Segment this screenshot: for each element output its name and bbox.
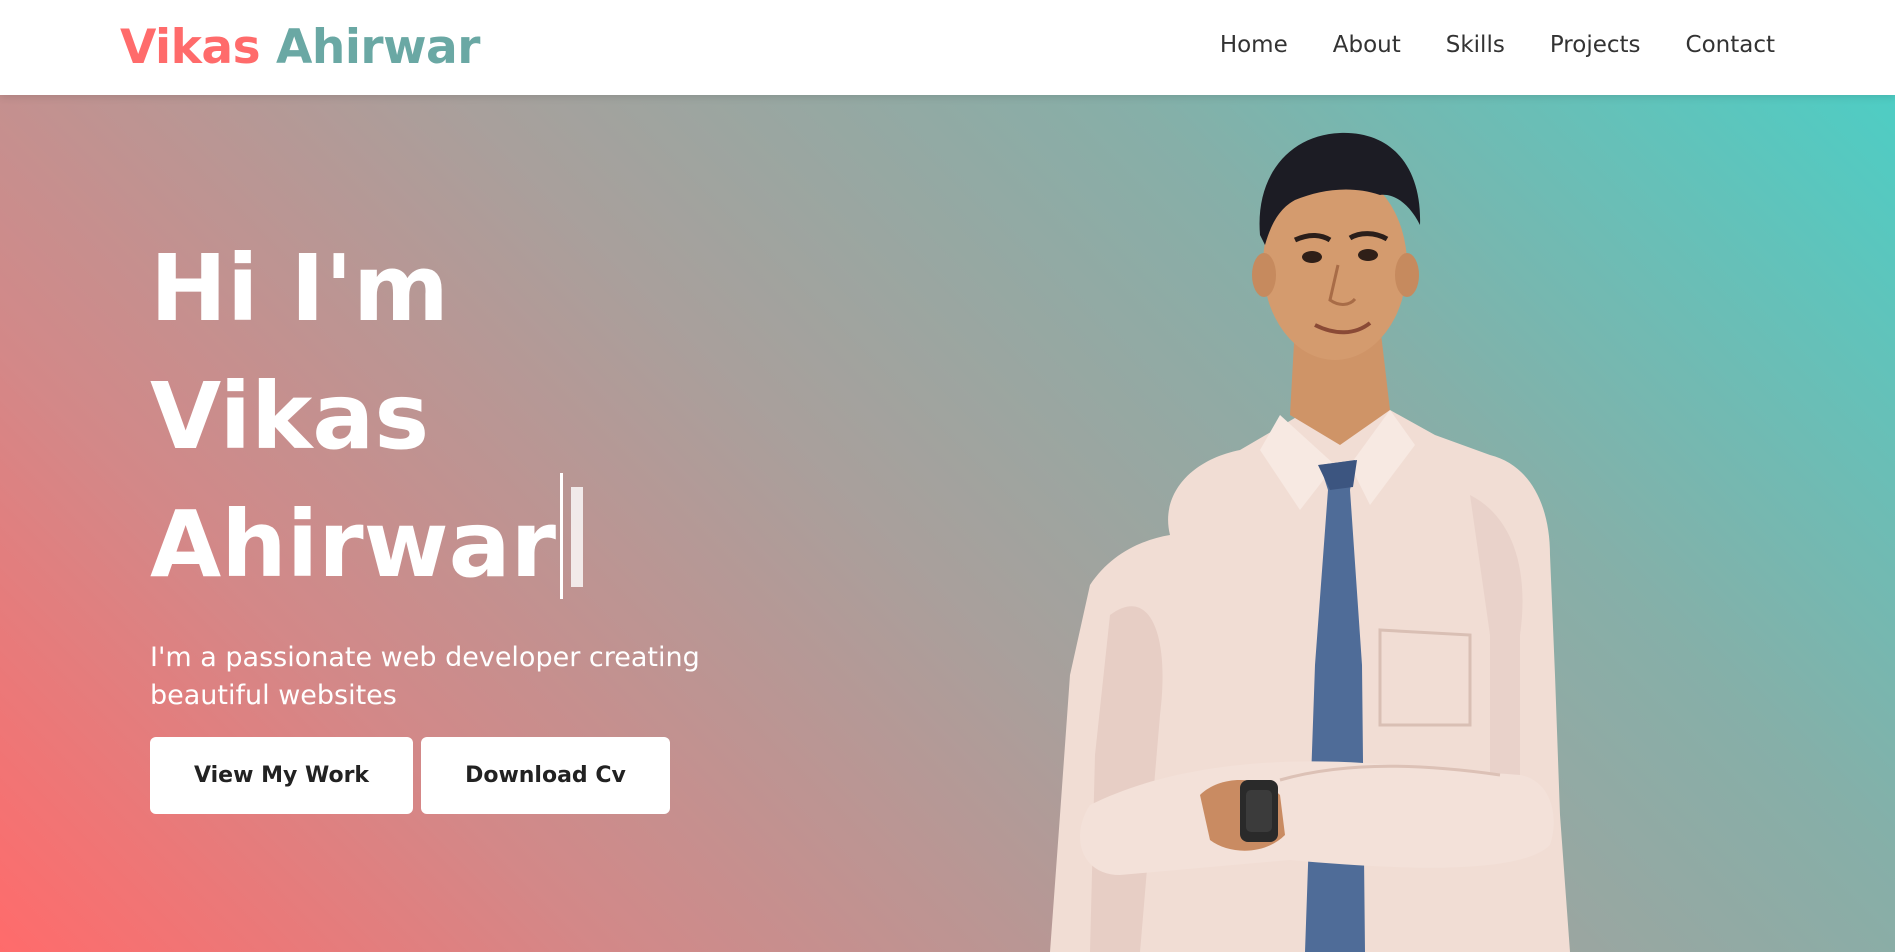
profile-photo: [1050, 132, 1570, 952]
hero-title: Hi I'm Vikas Ahirwar: [150, 225, 710, 609]
nav-link-projects[interactable]: Projects: [1550, 32, 1641, 58]
hero-greeting: Hi I'm: [150, 235, 449, 342]
hero-text: Hi I'm Vikas Ahirwar I'm a passionate we…: [150, 225, 710, 814]
nav-link-about[interactable]: About: [1333, 32, 1401, 58]
navbar: Vikas Ahirwar Home About Skills Projects…: [0, 0, 1895, 95]
text-cursor-icon: [556, 473, 590, 599]
nav-link-home[interactable]: Home: [1220, 32, 1288, 58]
hero-section: Hi I'm Vikas Ahirwar I'm a passionate we…: [0, 95, 1895, 952]
view-my-work-button[interactable]: View My Work: [150, 737, 414, 814]
hero-name-first: Vikas: [150, 363, 430, 470]
site-logo[interactable]: Vikas Ahirwar: [120, 20, 480, 75]
hero-name-last-line: Ahirwar: [150, 473, 710, 609]
download-cv-button[interactable]: Download Cv: [421, 737, 670, 814]
hero-buttons: View My Work Download Cv: [150, 737, 710, 814]
nav-links: Home About Skills Projects Contact: [1220, 32, 1775, 58]
logo-last-name: Ahirwar: [275, 20, 480, 75]
logo-first-name: Vikas: [120, 20, 261, 75]
hero-subtitle: I'm a passionate web developer creating …: [150, 642, 700, 711]
hero-name-last: Ahirwar: [150, 491, 557, 598]
nav-link-skills[interactable]: Skills: [1446, 32, 1505, 58]
nav-link-contact[interactable]: Contact: [1686, 32, 1775, 58]
